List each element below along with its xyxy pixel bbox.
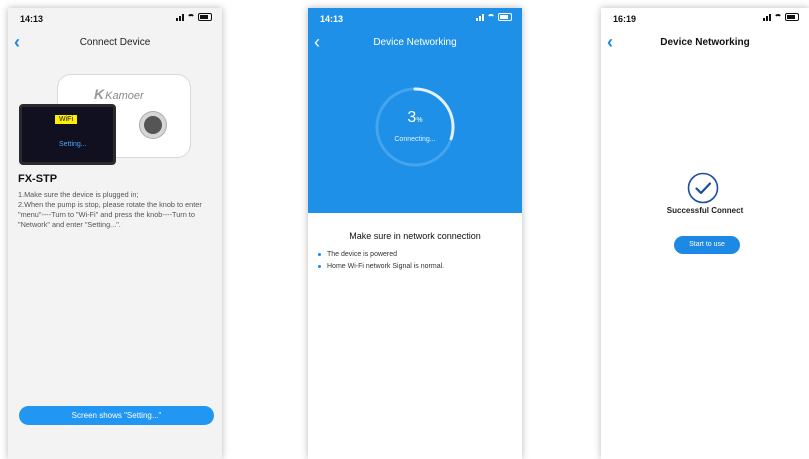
- battery-icon: [498, 13, 512, 21]
- nav-bar: ‹ Device Networking: [601, 32, 809, 54]
- device-screen-wifi-label: WiFi: [55, 115, 77, 124]
- status-time: 14:13: [320, 14, 344, 24]
- signal-icon: [763, 13, 771, 21]
- instructions: 1.Make sure the device is plugged in; 2.…: [18, 190, 214, 230]
- brand-logo-mark: K: [94, 86, 105, 102]
- device-networking-progress-screen: 14:13 ‹ Device Networking 3% Connecting.…: [308, 8, 522, 459]
- wifi-icon: [774, 14, 782, 20]
- page-title: Device Networking: [373, 37, 457, 48]
- battery-icon: [198, 13, 212, 21]
- screen-shows-setting-button[interactable]: Screen shows "Setting...": [19, 406, 214, 425]
- page-title: Device Networking: [660, 37, 750, 48]
- status-bar: 14:13: [320, 12, 512, 26]
- brand-logo: KKamoer: [94, 86, 144, 102]
- tip-item: The device is powered: [318, 251, 444, 258]
- knob-icon: [140, 112, 166, 138]
- signal-icon: [476, 13, 484, 21]
- progress-percent: 3%: [308, 109, 522, 127]
- nav-bar: ‹ Connect Device: [8, 32, 222, 54]
- start-to-use-button[interactable]: Start to use: [674, 236, 740, 254]
- status-time: 16:19: [613, 14, 637, 24]
- device-networking-success-screen: 16:19 ‹ Device Networking Successful Con…: [601, 8, 809, 459]
- progress-ring: [375, 87, 455, 167]
- status-icons: [763, 13, 799, 21]
- signal-icon: [176, 13, 184, 21]
- nav-bar: ‹ Device Networking: [308, 32, 522, 54]
- brand-logo-text: Kamoer: [105, 90, 144, 102]
- connect-device-screen: 14:13 ‹ Connect Device KKamoer WiFi Sett…: [8, 8, 222, 459]
- status-icons: [176, 13, 212, 21]
- instruction-step-1: 1.Make sure the device is plugged in;: [18, 190, 139, 199]
- progress-unit: %: [416, 117, 423, 124]
- instruction-step-2: 2.When the pump is stop, please rotate t…: [18, 200, 202, 229]
- tips-list: The device is powered Home Wi-Fi network…: [318, 251, 444, 275]
- tip-item: Home Wi-Fi network Signal is normal.: [318, 263, 444, 270]
- device-model: FX-STP: [18, 173, 58, 185]
- status-icons: [476, 13, 512, 21]
- status-time: 14:13: [20, 14, 44, 24]
- connecting-label: Connecting...: [394, 136, 436, 143]
- success-check-icon: [687, 172, 719, 204]
- device-screen-status: Setting...: [59, 141, 87, 148]
- progress-value: 3: [407, 109, 417, 126]
- status-bar: 14:13: [20, 12, 212, 26]
- wifi-icon: [487, 14, 495, 20]
- status-bar: 16:19: [613, 12, 799, 26]
- tips-heading: Make sure in network connection: [349, 231, 481, 241]
- wifi-icon: [187, 14, 195, 20]
- page-title: Connect Device: [79, 37, 151, 48]
- battery-icon: [785, 13, 799, 21]
- success-message: Successful Connect: [666, 206, 744, 215]
- device-screen: [19, 104, 116, 165]
